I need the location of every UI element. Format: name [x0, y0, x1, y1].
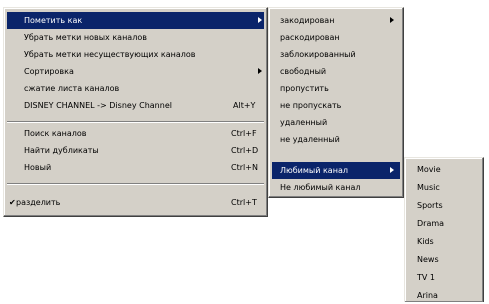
favorite-item-drama[interactable]: Drama: [408, 215, 480, 232]
menu-item-label: DISNEY CHANNEL -> Disney Channel: [24, 101, 172, 110]
favorite-item-kids[interactable]: Kids: [408, 233, 480, 250]
checkmark-icon: ✔: [9, 198, 16, 207]
menu-item-label: не пропускать: [280, 101, 342, 110]
menu-item-label: Movie: [417, 165, 441, 174]
favorite-item-sports[interactable]: Sports: [408, 197, 480, 214]
menu-item-split[interactable]: ✔ разделить Ctrl+T: [7, 194, 264, 211]
submenu-item-not-favorite[interactable]: Не любимый канал: [272, 179, 400, 196]
menu-item-label: закодирован: [280, 16, 335, 25]
menu-item-compress-list[interactable]: сжатие листа каналов: [7, 80, 264, 97]
submenu-arrow-icon: [258, 17, 262, 23]
menu-item-label: свободный: [280, 67, 327, 76]
menu-item-label: News: [417, 255, 439, 264]
submenu-arrow-icon: [390, 17, 394, 23]
menu-item-label: Поиск каналов: [24, 129, 87, 138]
context-menu: Пометить как Убрать метки новых каналов …: [3, 7, 268, 217]
menu-item-label: Убрать метки новых каналов: [24, 33, 147, 42]
submenu-item-encoded[interactable]: закодирован: [272, 12, 400, 29]
menu-item-label: Убрать метки несуществующих каналов: [24, 50, 196, 59]
menu-item-label: Пометить как: [24, 16, 83, 25]
favorite-item-news[interactable]: News: [408, 251, 480, 268]
menu-item-shortcut: Alt+Y: [233, 101, 256, 110]
menu-item-label: Kids: [417, 237, 434, 246]
submenu-item-not-deleted[interactable]: не удаленный: [272, 131, 400, 148]
menu-item-label: Drama: [417, 219, 445, 228]
menu-item-label: Новый: [24, 163, 52, 172]
submenu-item-favorite[interactable]: Любимый канал: [272, 162, 400, 179]
menu-item-label: Sports: [417, 201, 443, 210]
favorite-item-movie[interactable]: Movie: [408, 161, 480, 178]
menu-item-label: Сортировка: [24, 67, 74, 76]
menu-item-label: Music: [417, 183, 440, 192]
menu-item-shortcut: Ctrl+N: [231, 163, 258, 172]
menu-item-label: Не любимый канал: [280, 183, 361, 192]
menu-item-label: раскодирован: [280, 33, 340, 42]
menu-item-label: заблокированный: [280, 50, 356, 59]
submenu-item-locked[interactable]: заблокированный: [272, 46, 400, 63]
menu-item-find-channels[interactable]: Поиск каналов Ctrl+F: [7, 125, 264, 142]
submenu-arrow-icon: [390, 167, 394, 173]
favorite-item-music[interactable]: Music: [408, 179, 480, 196]
menu-item-label: Arina: [417, 291, 438, 300]
menu-item-label: сжатие листа каналов: [24, 84, 120, 93]
submenu-item-no-skip[interactable]: не пропускать: [272, 97, 400, 114]
mark-as-submenu: закодирован раскодирован заблокированный…: [268, 7, 404, 198]
menu-item-label: пропустить: [280, 84, 329, 93]
menu-item-shortcut: Ctrl+T: [231, 198, 257, 207]
menu-item-label: TV 1: [417, 273, 435, 282]
submenu-item-free[interactable]: свободный: [272, 63, 400, 80]
submenu-item-decoded[interactable]: раскодирован: [272, 29, 400, 46]
menu-separator: [7, 183, 264, 185]
menu-item-label: не удаленный: [280, 135, 340, 144]
submenu-arrow-icon: [258, 68, 262, 74]
menu-item-clear-nonexistent-marks[interactable]: Убрать метки несуществующих каналов: [7, 46, 264, 63]
menu-item-shortcut: Ctrl+F: [231, 129, 257, 138]
submenu-item-skip[interactable]: пропустить: [272, 80, 400, 97]
menu-item-label: Любимый канал: [280, 166, 348, 175]
menu-item-rename-disney[interactable]: DISNEY CHANNEL -> Disney Channel Alt+Y: [7, 97, 264, 114]
menu-item-shortcut: Ctrl+D: [231, 146, 259, 155]
favorite-item-tv1[interactable]: TV 1: [408, 269, 480, 286]
menu-item-label: Найти дубликаты: [24, 146, 99, 155]
menu-item-clear-new-marks[interactable]: Убрать метки новых каналов: [7, 29, 264, 46]
menu-item-new[interactable]: Новый Ctrl+N: [7, 159, 264, 176]
menu-item-label: разделить: [16, 198, 61, 207]
menu-item-sort[interactable]: Сортировка: [7, 63, 264, 80]
menu-item-label: удаленный: [280, 118, 328, 127]
menu-separator: [7, 121, 264, 123]
menu-item-find-duplicates[interactable]: Найти дубликаты Ctrl+D: [7, 142, 264, 159]
menu-item-mark-as[interactable]: Пометить как: [7, 12, 264, 29]
favorite-item-arina[interactable]: Arina: [408, 287, 480, 304]
favorite-submenu: Movie Music Sports Drama Kids News TV 1 …: [404, 157, 484, 302]
submenu-item-deleted[interactable]: удаленный: [272, 114, 400, 131]
